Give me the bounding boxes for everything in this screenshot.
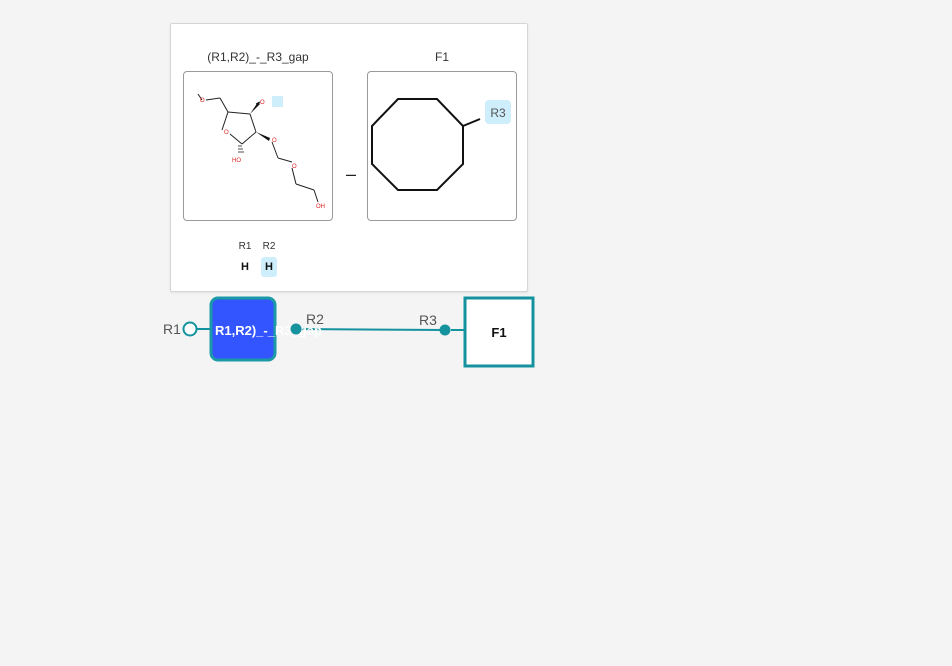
attachment-point-r2[interactable] — [290, 323, 302, 335]
monomer-f1-label: F1 — [491, 325, 506, 340]
sequence-canvas: R1 R1,R2)_-_R3_gap R2 R3 F1 — [163, 296, 535, 368]
port-label-r1: R1 — [163, 321, 181, 337]
port-label-r2: R2 — [306, 311, 324, 327]
attachment-point-r3[interactable] — [439, 324, 451, 336]
port-label-r3: R3 — [419, 312, 437, 328]
attachment-point-r1[interactable] — [182, 321, 198, 337]
